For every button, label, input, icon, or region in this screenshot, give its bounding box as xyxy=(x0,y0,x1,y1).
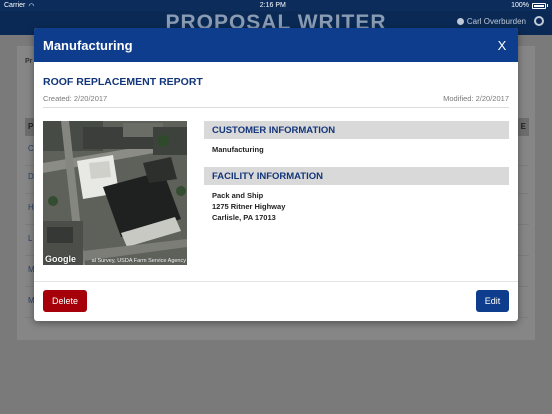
footer-divider xyxy=(34,281,518,282)
background-row-label: D xyxy=(28,172,34,181)
clock: 2:16 PM xyxy=(259,2,286,9)
modal-title: Manufacturing xyxy=(43,37,133,53)
background-row-label: H xyxy=(28,203,34,212)
user-menu: Carl Overburden xyxy=(456,17,526,26)
satellite-image xyxy=(43,121,187,265)
wifi-icon: ◠ xyxy=(28,2,35,10)
facility-city: Carlisle, PA 17013 xyxy=(212,213,276,222)
modified-date: Modified: 2/20/2017 xyxy=(443,94,509,103)
user-name: Carl Overburden xyxy=(466,17,526,26)
report-title: ROOF REPLACEMENT REPORT xyxy=(43,76,203,88)
settings-icon xyxy=(534,16,544,26)
background-row-label: C xyxy=(28,144,34,153)
customer-section-header: CUSTOMER INFORMATION xyxy=(204,121,509,139)
background-header-letter: P xyxy=(28,122,34,131)
user-icon xyxy=(456,18,464,25)
background-panel-label: Pr xyxy=(25,58,33,65)
background-row-label: L xyxy=(28,234,33,243)
facility-section-header: FACILITY INFORMATION xyxy=(204,167,509,185)
created-date: Created: 2/20/2017 xyxy=(43,94,108,103)
carrier-label: Carrier xyxy=(4,2,26,9)
close-button[interactable]: X xyxy=(495,38,509,53)
delete-button[interactable]: Delete xyxy=(43,290,87,312)
status-bar: Carrier ◠ 2:16 PM 100% xyxy=(0,0,552,11)
battery-percent: 100% xyxy=(511,2,529,9)
map-logo: Google xyxy=(45,254,76,264)
facility-name: Pack and Ship xyxy=(212,191,264,200)
customer-name: Manufacturing xyxy=(212,145,264,154)
map-attribution: al Survey, USDA Farm Service Agency xyxy=(91,258,186,264)
edit-button[interactable]: Edit xyxy=(476,290,509,312)
modal-header: Manufacturing X xyxy=(34,28,518,62)
header-divider xyxy=(43,107,509,108)
background-header-letter-right: E xyxy=(520,122,526,131)
report-modal: Manufacturing X ROOF REPLACEMENT REPORT … xyxy=(34,28,518,321)
battery-icon xyxy=(531,2,546,9)
facility-street: 1275 Ritner Highway xyxy=(212,202,286,211)
satellite-map[interactable]: Google al Survey, USDA Farm Service Agen… xyxy=(43,121,187,265)
